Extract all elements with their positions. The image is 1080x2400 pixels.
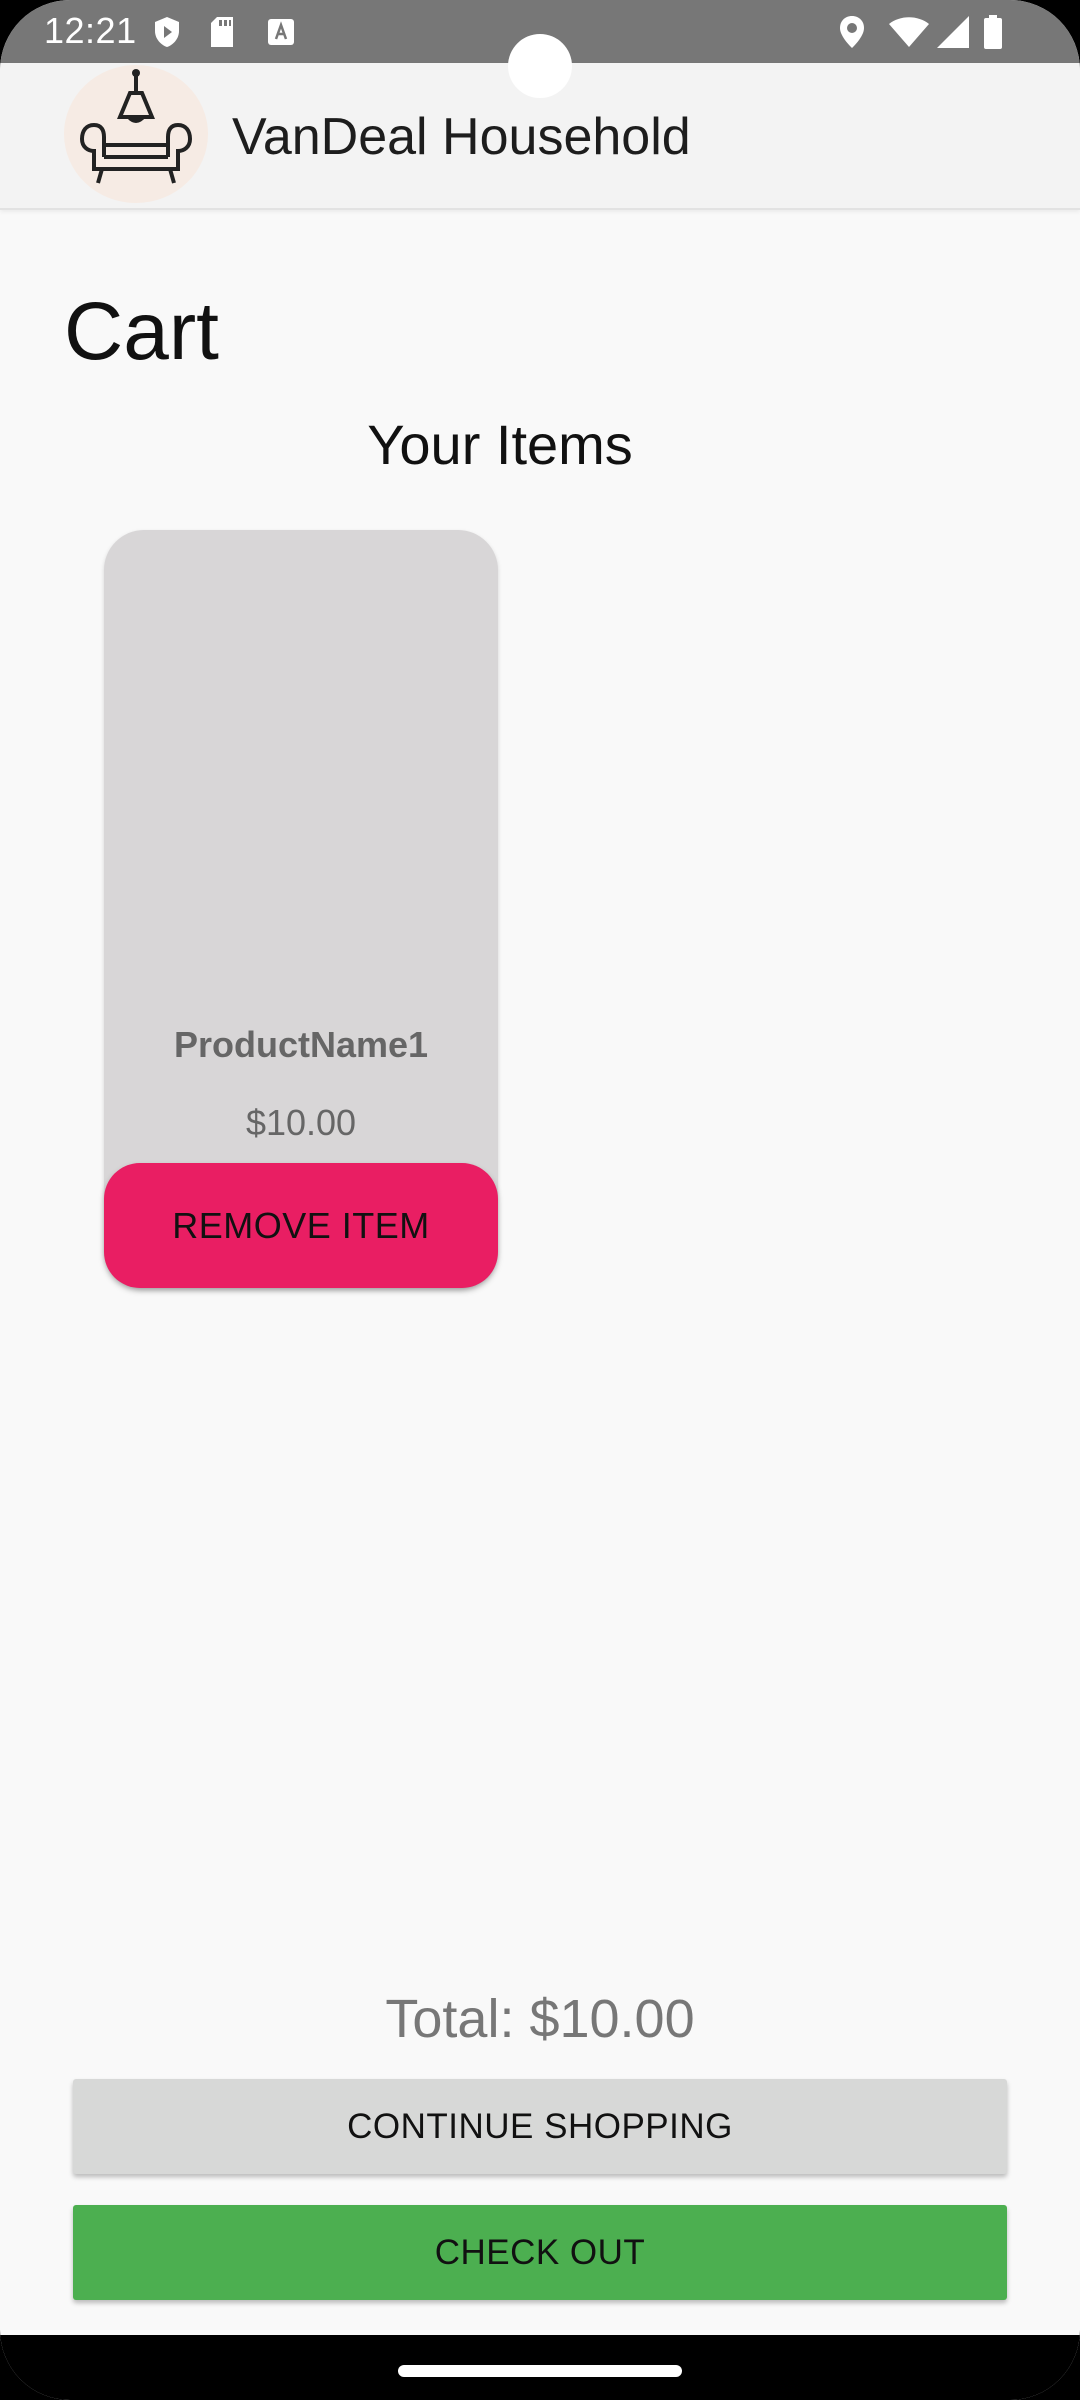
- home-gesture-handle[interactable]: [398, 2365, 682, 2377]
- product-price: $10.00: [245, 1102, 357, 1143]
- cart-total: Total: $10.00: [385, 1989, 695, 2049]
- shield-icon: [152, 14, 182, 50]
- signal-icon: [936, 14, 970, 50]
- remove-item-button[interactable]: REMOVE ITEM: [104, 1163, 498, 1288]
- wifi-icon: [888, 14, 930, 50]
- product-name: ProductName1: [173, 1024, 429, 1065]
- page-title: Cart: [64, 286, 219, 377]
- continue-shopping-button[interactable]: CONTINUE SHOPPING: [73, 2079, 1007, 2174]
- cart-screen: 12:21 VanDeal Household Cart Your Items …: [0, 0, 1080, 2400]
- furniture-lamp-logo: [64, 65, 208, 203]
- sd-card-icon: [208, 14, 236, 50]
- checkout-button[interactable]: CHECK OUT: [73, 2205, 1007, 2300]
- section-title: Your Items: [367, 413, 633, 476]
- location-icon: [838, 14, 866, 50]
- app-title: VanDeal Household: [232, 108, 691, 166]
- status-time: 12:21: [44, 10, 137, 51]
- keyboard-a-icon: [266, 14, 296, 50]
- camera-cutout: [508, 34, 572, 98]
- navigation-bar: [0, 2335, 1080, 2400]
- cart-item-card: ProductName1 $10.00 REMOVE ITEM: [104, 530, 498, 1288]
- battery-icon: [982, 14, 1004, 50]
